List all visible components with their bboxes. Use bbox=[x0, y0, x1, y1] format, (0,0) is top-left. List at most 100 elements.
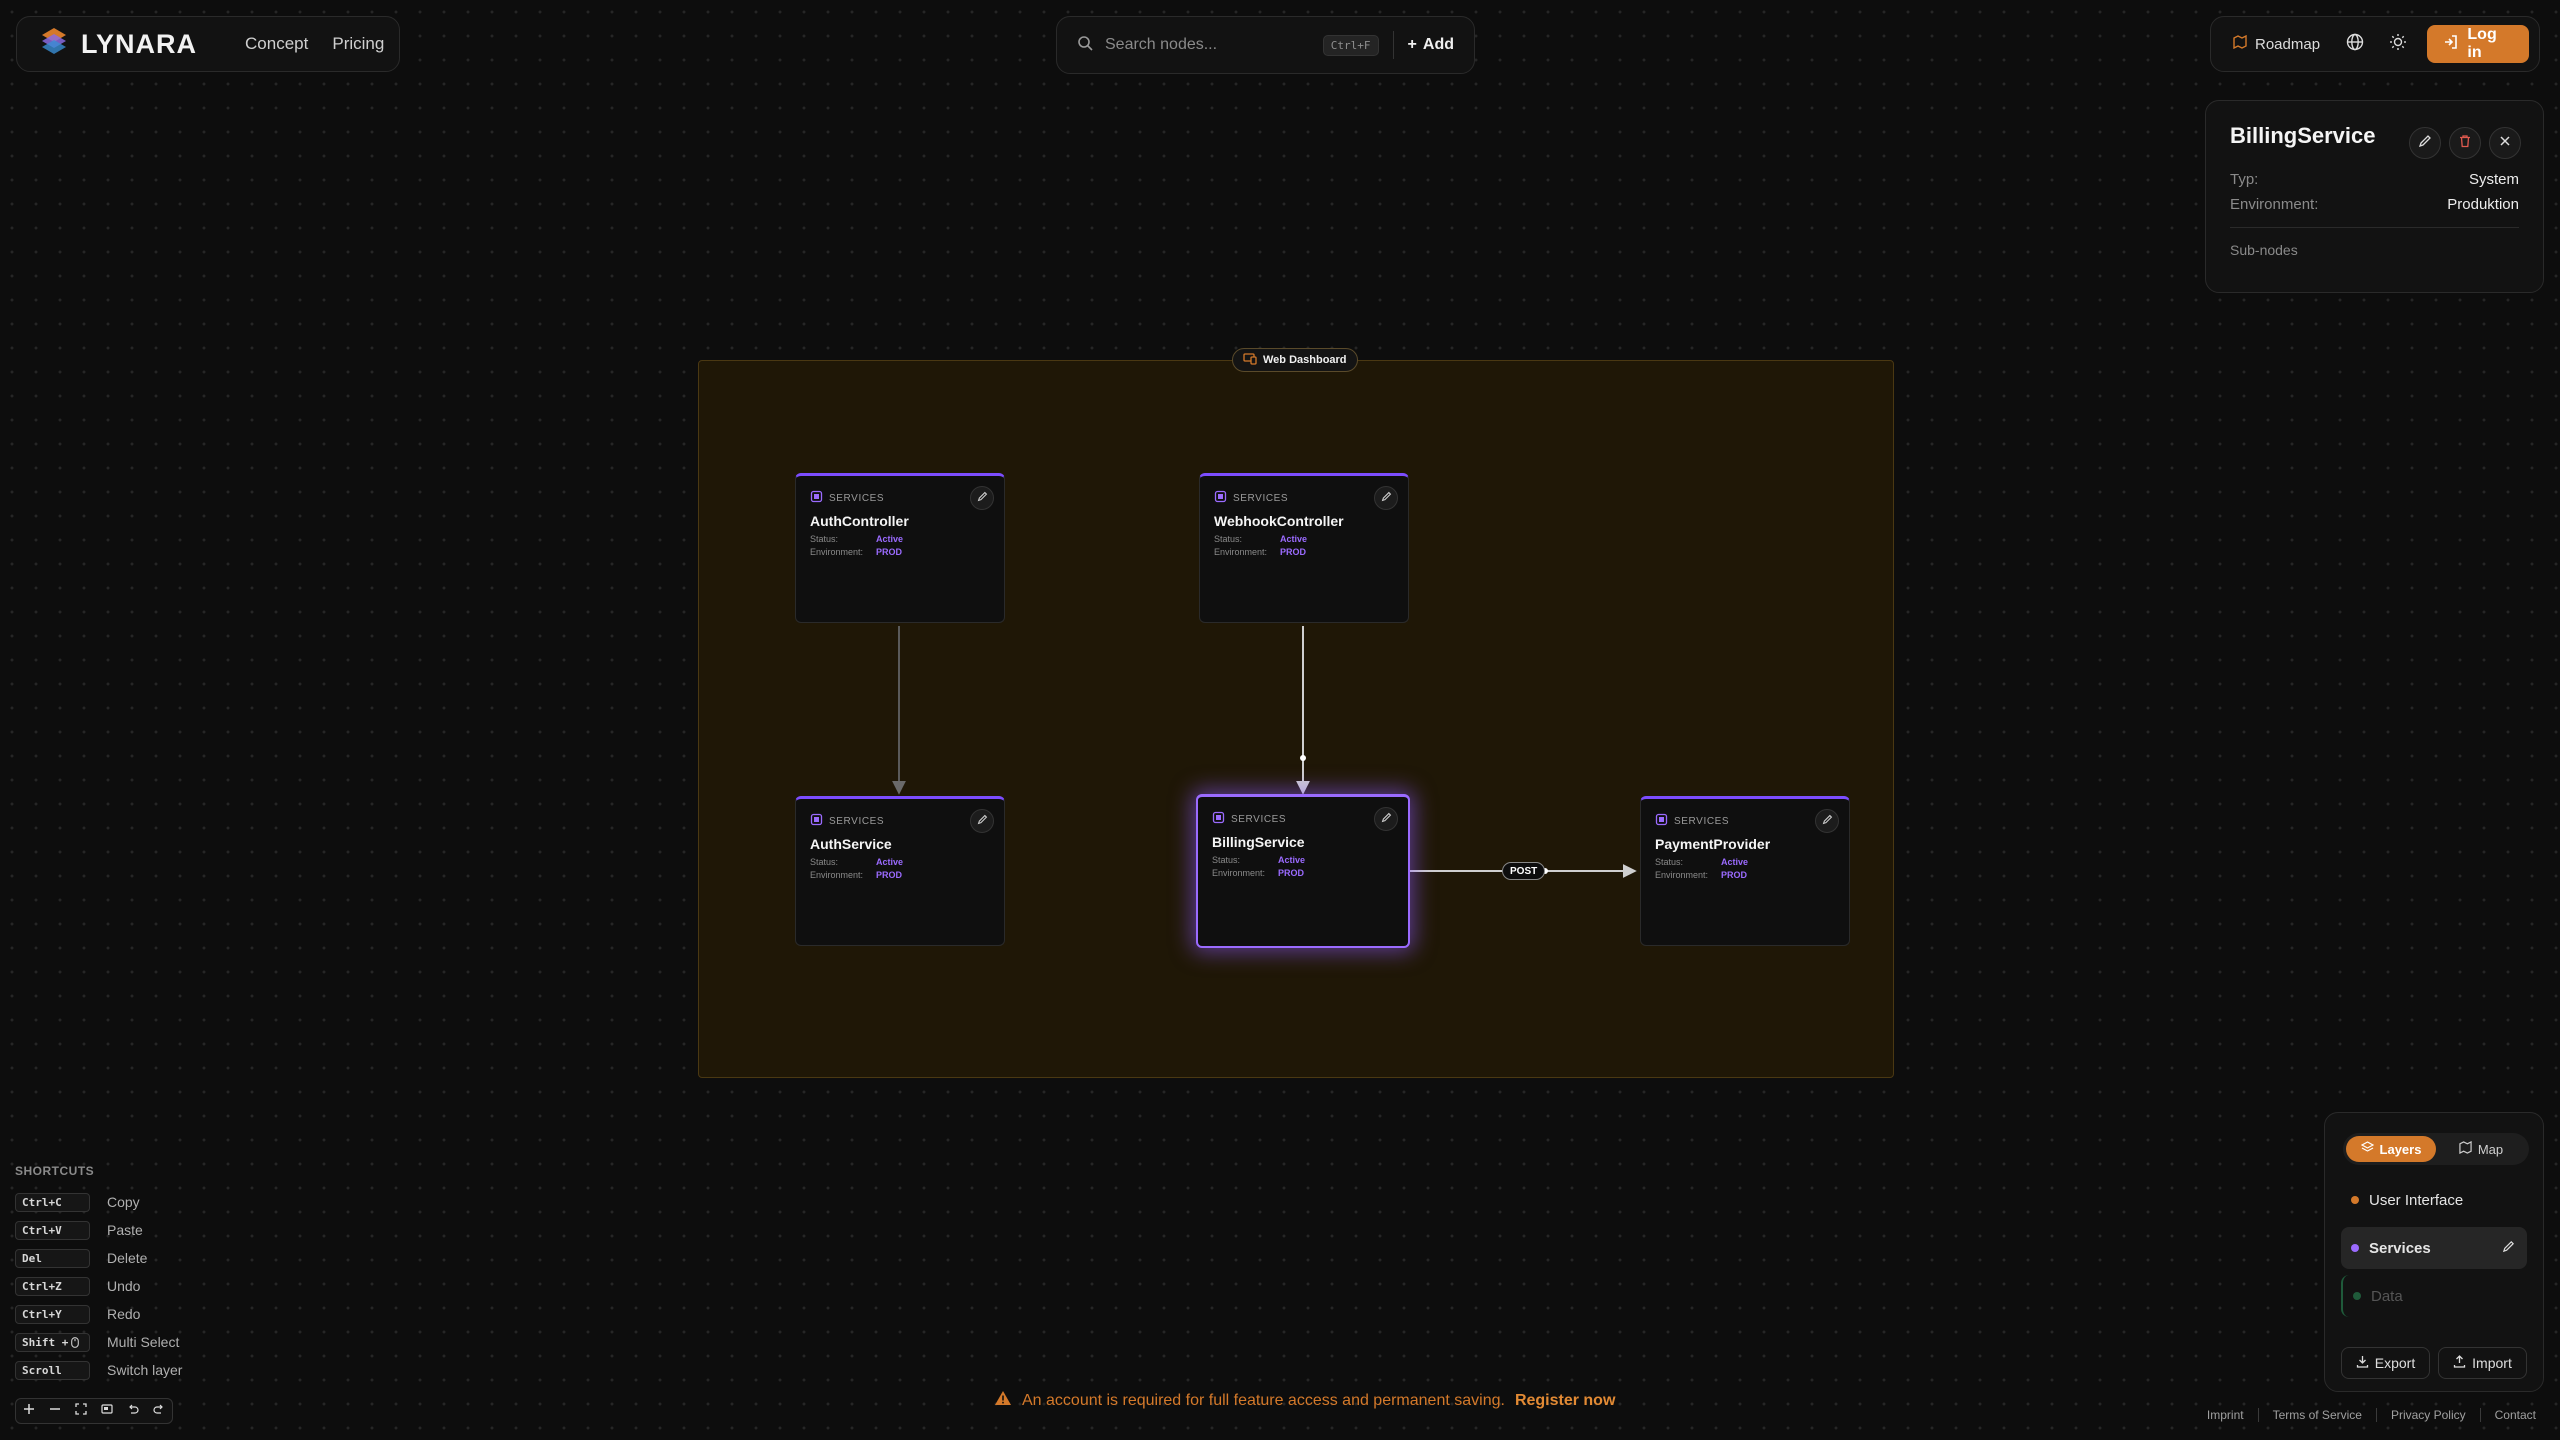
map-icon bbox=[2459, 1140, 2472, 1157]
export-label: Export bbox=[2374, 1355, 2416, 1371]
node-authcontroller[interactable]: SERVICES AuthController Status: Active En… bbox=[795, 473, 1005, 623]
minimap-button[interactable] bbox=[96, 1400, 118, 1422]
node-edit-button[interactable] bbox=[1815, 809, 1839, 833]
view-switch: Layers Map bbox=[2343, 1133, 2529, 1165]
footer-link-privacy[interactable]: Privacy Policy bbox=[2375, 1408, 2480, 1422]
tab-layers[interactable]: Layers bbox=[2346, 1136, 2436, 1162]
node-category: SERVICES bbox=[829, 492, 885, 504]
shortcut-keys: Ctrl+C bbox=[15, 1192, 90, 1212]
detail-env-value: Produktion bbox=[2447, 196, 2519, 213]
node-billingservice[interactable]: SERVICES BillingService Status: Active En… bbox=[1196, 794, 1410, 948]
layer-item-user-interface[interactable]: User Interface bbox=[2341, 1179, 2527, 1221]
import-button[interactable]: Import bbox=[2438, 1347, 2527, 1379]
warning-icon bbox=[994, 1390, 1012, 1411]
node-env: PROD bbox=[876, 870, 903, 880]
chip-icon bbox=[1655, 813, 1668, 829]
detail-type-key: Typ: bbox=[2230, 171, 2259, 188]
brand[interactable]: LYNARA bbox=[39, 26, 197, 63]
node-env: PROD bbox=[1280, 547, 1307, 557]
login-button[interactable]: Log in bbox=[2427, 25, 2529, 63]
node-webhookcontroller[interactable]: SERVICES WebhookController Status: Active… bbox=[1199, 473, 1409, 623]
shortcut-row: Ctrl+V Paste bbox=[15, 1216, 182, 1244]
shortcut-action: Multi Select bbox=[107, 1334, 180, 1350]
pencil-icon bbox=[1381, 489, 1392, 507]
pencil-icon[interactable] bbox=[2502, 1240, 2515, 1257]
shortcut-keys-multiselect: Shift + bbox=[15, 1332, 90, 1352]
node-status-key: Status: bbox=[810, 857, 839, 867]
upload-icon bbox=[2453, 1355, 2466, 1371]
redo-icon bbox=[153, 1402, 165, 1420]
search-input[interactable]: Search nodes... bbox=[1105, 36, 1323, 54]
node-status-key: Status: bbox=[1212, 855, 1241, 865]
node-edit-button[interactable] bbox=[1374, 807, 1398, 831]
node-edit-button[interactable] bbox=[970, 486, 994, 510]
node-edit-button[interactable] bbox=[970, 809, 994, 833]
node-status-key: Status: bbox=[810, 534, 839, 544]
node-env-key: Environment: bbox=[810, 547, 864, 557]
node-authservice[interactable]: SERVICES AuthService Status: Active Envir… bbox=[795, 796, 1005, 946]
canvas-toolbar bbox=[15, 1398, 173, 1424]
node-name: AuthService bbox=[810, 836, 892, 852]
node-env: PROD bbox=[1721, 870, 1748, 880]
export-button[interactable]: Export bbox=[2341, 1347, 2430, 1379]
minus-icon bbox=[49, 1402, 61, 1420]
detail-divider bbox=[2230, 227, 2519, 228]
node-category: SERVICES bbox=[1674, 815, 1730, 827]
search-bar: Search nodes... Ctrl+F + Add bbox=[1056, 16, 1475, 74]
edge-label-post[interactable]: POST bbox=[1502, 862, 1546, 880]
minimap-icon bbox=[101, 1402, 113, 1420]
shortcut-keys: Ctrl+V bbox=[15, 1220, 90, 1240]
close-icon bbox=[2498, 134, 2512, 153]
add-button[interactable]: + Add bbox=[1408, 36, 1454, 54]
chip-icon bbox=[1214, 490, 1227, 506]
node-edit-button[interactable] bbox=[1374, 486, 1398, 510]
node-status: Active bbox=[1280, 534, 1308, 544]
chip-icon bbox=[810, 813, 823, 829]
node-name: WebhookController bbox=[1214, 513, 1344, 529]
nav-link-concept[interactable]: Concept bbox=[245, 34, 308, 54]
register-link[interactable]: Register now bbox=[1515, 1392, 1615, 1410]
node-name: PaymentProvider bbox=[1655, 836, 1771, 852]
pencil-icon bbox=[977, 489, 988, 507]
plus-icon: + bbox=[1407, 36, 1417, 53]
layer-item-data[interactable]: Data bbox=[2341, 1275, 2527, 1317]
roadmap-label: Roadmap bbox=[2255, 35, 2321, 53]
zoom-in-button[interactable] bbox=[18, 1400, 40, 1422]
tab-map-label: Map bbox=[2477, 1141, 2504, 1157]
sun-icon bbox=[2389, 33, 2407, 56]
shortcut-row: Ctrl+Y Redo bbox=[15, 1300, 182, 1328]
close-panel-button[interactable] bbox=[2489, 127, 2521, 159]
language-button[interactable] bbox=[2336, 24, 2375, 64]
theme-toggle[interactable] bbox=[2379, 24, 2418, 64]
brand-name: LYNARA bbox=[81, 28, 198, 59]
shortcut-action: Undo bbox=[107, 1278, 141, 1294]
search-shortcut: Ctrl+F bbox=[1322, 34, 1379, 56]
layers-panel: Layers Map User Interface Services Data … bbox=[2324, 1112, 2544, 1392]
top-nav: LYNARA Concept Pricing bbox=[16, 16, 400, 72]
footer-link-terms[interactable]: Terms of Service bbox=[2257, 1408, 2376, 1422]
group-label[interactable]: Web Dashboard bbox=[1232, 348, 1358, 372]
undo-button[interactable] bbox=[122, 1400, 144, 1422]
footer-link-imprint[interactable]: Imprint bbox=[2193, 1408, 2258, 1422]
nav-link-pricing[interactable]: Pricing bbox=[332, 34, 384, 54]
top-right-controls: Roadmap Log in bbox=[2210, 16, 2540, 72]
roadmap-button[interactable]: Roadmap bbox=[2221, 24, 2332, 64]
tab-map[interactable]: Map bbox=[2436, 1136, 2526, 1162]
node-name: BillingService bbox=[1212, 834, 1305, 850]
layer-item-services[interactable]: Services bbox=[2341, 1227, 2527, 1269]
delete-node-button[interactable] bbox=[2449, 127, 2481, 159]
node-status: Active bbox=[876, 534, 904, 544]
edit-node-button[interactable] bbox=[2409, 127, 2441, 159]
node-status: Active bbox=[876, 857, 904, 867]
zoom-out-button[interactable] bbox=[44, 1400, 66, 1422]
tab-layers-label: Layers bbox=[2379, 1141, 2422, 1157]
node-paymentprovider[interactable]: SERVICES PaymentProvider Status: Active E… bbox=[1640, 796, 1850, 946]
search-divider bbox=[1392, 31, 1394, 59]
node-category: SERVICES bbox=[829, 815, 885, 827]
footer-link-contact[interactable]: Contact bbox=[2479, 1408, 2536, 1422]
shortcut-keys: Scroll bbox=[15, 1360, 90, 1380]
fit-view-button[interactable] bbox=[70, 1400, 92, 1422]
redo-button[interactable] bbox=[148, 1400, 170, 1422]
group-container[interactable] bbox=[698, 360, 1894, 1078]
shortcut-action: Copy bbox=[107, 1194, 140, 1210]
